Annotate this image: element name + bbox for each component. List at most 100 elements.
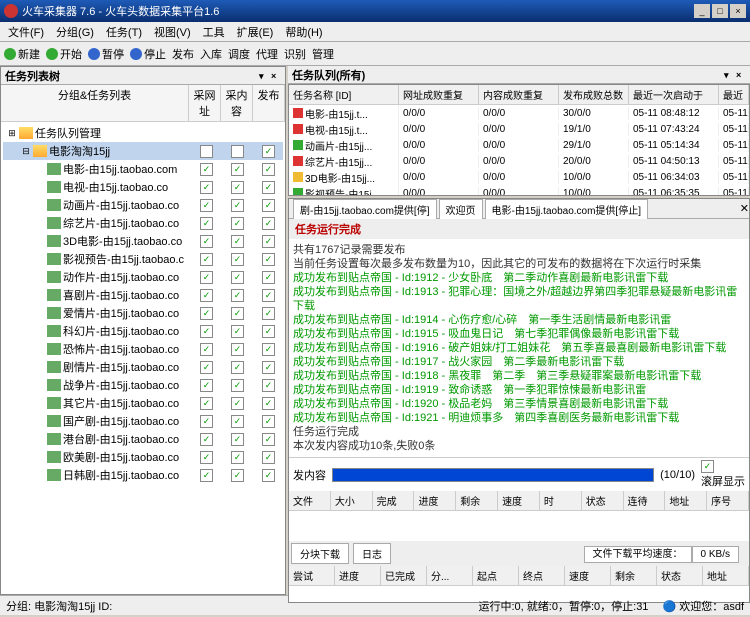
checkbox[interactable]: ✓ xyxy=(262,289,275,302)
checkbox[interactable]: ✓ xyxy=(200,397,213,410)
checkbox[interactable]: ✓ xyxy=(200,325,213,338)
checkbox[interactable]: ✓ xyxy=(262,271,275,284)
task-col[interactable]: 起点 xyxy=(473,566,519,585)
task-col[interactable]: 状态 xyxy=(657,566,703,585)
close-button[interactable]: × xyxy=(730,4,746,18)
checkbox[interactable]: ✓ xyxy=(231,433,244,446)
checkbox[interactable]: ✓ xyxy=(262,163,275,176)
tree-col-url[interactable]: 采网址 xyxy=(189,85,221,121)
grid-header[interactable]: 发布成败总数 xyxy=(559,85,629,104)
checkbox[interactable]: ✓ xyxy=(231,379,244,392)
file-col[interactable]: 剩余 xyxy=(456,491,498,510)
task-col[interactable]: 剩余 xyxy=(611,566,657,585)
checkbox[interactable]: ✓ xyxy=(200,199,213,212)
tree-row[interactable]: ⊟电影淘淘15jj✓ xyxy=(3,142,283,160)
file-col[interactable]: 速度 xyxy=(498,491,540,510)
checkbox[interactable]: ✓ xyxy=(262,379,275,392)
checkbox[interactable]: ✓ xyxy=(231,181,244,194)
toolbar-识别[interactable]: 识别 xyxy=(284,46,306,62)
grid-header[interactable]: 内容成败重复 xyxy=(479,85,559,104)
panel-menu-icon[interactable]: ▾ xyxy=(724,70,734,80)
checkbox[interactable]: ✓ xyxy=(200,217,213,230)
checkbox[interactable]: ✓ xyxy=(231,253,244,266)
task-col[interactable]: 尝试 xyxy=(289,566,335,585)
checkbox[interactable]: ✓ xyxy=(200,235,213,248)
toolbar-发布[interactable]: 发布 xyxy=(172,46,194,62)
tree-col-publish[interactable]: 发布 xyxy=(253,85,285,121)
detail-tab[interactable]: 欢迎页 xyxy=(439,199,483,219)
checkbox[interactable]: ✓ xyxy=(200,361,213,374)
toolbar-调度[interactable]: 调度 xyxy=(228,46,250,62)
tree-row[interactable]: 科幻片-由15jj.taobao.co✓✓✓ xyxy=(3,322,283,340)
tab-close-icon[interactable]: ✕ xyxy=(740,202,749,215)
tree-row[interactable]: 综艺片-由15jj.taobao.co✓✓✓ xyxy=(3,214,283,232)
file-col[interactable]: 状态 xyxy=(582,491,624,510)
checkbox[interactable]: ✓ xyxy=(262,469,275,482)
tree-row[interactable]: 其它片-由15jj.taobao.co✓✓✓ xyxy=(3,394,283,412)
task-col[interactable]: 已完成 xyxy=(381,566,427,585)
checkbox[interactable]: ✓ xyxy=(262,145,275,158)
grid-row[interactable]: 电视-由15jj.t...0/0/00/0/019/1/005-11 07:43… xyxy=(289,121,749,137)
toolbar-入库[interactable]: 入库 xyxy=(200,46,222,62)
grid-row[interactable]: 3D电影-由15jj...0/0/00/0/010/0/005-11 06:34… xyxy=(289,169,749,185)
file-col[interactable]: 文件 xyxy=(289,491,331,510)
checkbox[interactable]: ✓ xyxy=(231,199,244,212)
toolbar-开始[interactable]: 开始 xyxy=(46,46,82,62)
grid-header[interactable]: 最近一次启动于 xyxy=(629,85,719,104)
checkbox[interactable]: ✓ xyxy=(231,217,244,230)
checkbox[interactable]: ✓ xyxy=(231,343,244,356)
checkbox[interactable]: ✓ xyxy=(200,163,213,176)
checkbox[interactable]: ✓ xyxy=(200,415,213,428)
checkbox[interactable]: ✓ xyxy=(231,235,244,248)
checkbox[interactable] xyxy=(231,145,244,158)
file-col[interactable]: 连待 xyxy=(624,491,666,510)
grid-row[interactable]: 动画片-由15jj...0/0/00/0/029/1/005-11 05:14:… xyxy=(289,137,749,153)
checkbox[interactable]: ✓ xyxy=(262,199,275,212)
checkbox[interactable]: ✓ xyxy=(231,163,244,176)
toolbar-管理[interactable]: 管理 xyxy=(312,46,334,62)
task-col[interactable]: 终点 xyxy=(519,566,565,585)
checkbox[interactable]: ✓ xyxy=(262,253,275,266)
checkbox[interactable]: ✓ xyxy=(231,361,244,374)
checkbox[interactable]: ✓ xyxy=(262,307,275,320)
panel-menu-icon[interactable]: ▾ xyxy=(259,71,269,81)
checkbox[interactable]: ✓ xyxy=(262,217,275,230)
checkbox[interactable]: ✓ xyxy=(231,397,244,410)
checkbox[interactable]: ✓ xyxy=(200,433,213,446)
task-col[interactable]: 分... xyxy=(427,566,473,585)
grid-header[interactable]: 网址成败重复 xyxy=(399,85,479,104)
checkbox[interactable]: ✓ xyxy=(262,235,275,248)
tree-row[interactable]: 喜剧片-由15jj.taobao.co✓✓✓ xyxy=(3,286,283,304)
menu-item[interactable]: 视图(V) xyxy=(150,23,195,41)
panel-close-icon[interactable]: × xyxy=(736,70,746,80)
task-col[interactable]: 地址 xyxy=(703,566,749,585)
checkbox[interactable]: ✓ xyxy=(262,181,275,194)
checkbox[interactable]: ✓ xyxy=(231,469,244,482)
tree-row[interactable]: 欧美剧-由15jj.taobao.co✓✓✓ xyxy=(3,448,283,466)
checkbox[interactable]: ✓ xyxy=(231,451,244,464)
file-col[interactable]: 完成 xyxy=(373,491,415,510)
tree-row[interactable]: 战争片-由15jj.taobao.co✓✓✓ xyxy=(3,376,283,394)
menu-item[interactable]: 任务(T) xyxy=(102,23,146,41)
detail-tab[interactable]: 剧-由15jj.taobao.com提供[停] xyxy=(293,199,437,219)
tree-row[interactable]: 影视预告-由15jj.taobao.c✓✓✓ xyxy=(3,250,283,268)
panel-close-icon[interactable]: × xyxy=(271,71,281,81)
file-col[interactable]: 地址 xyxy=(665,491,707,510)
checkbox[interactable]: ✓ xyxy=(231,325,244,338)
tree-row[interactable]: 国产剧-由15jj.taobao.co✓✓✓ xyxy=(3,412,283,430)
checkbox[interactable]: ✓ xyxy=(200,469,213,482)
checkbox[interactable]: ✓ xyxy=(200,343,213,356)
menu-item[interactable]: 文件(F) xyxy=(4,23,48,41)
file-col[interactable]: 大小 xyxy=(331,491,373,510)
menu-item[interactable]: 帮助(H) xyxy=(281,23,326,41)
menu-item[interactable]: 分组(G) xyxy=(52,23,98,41)
tree-row[interactable]: 港台剧-由15jj.taobao.co✓✓✓ xyxy=(3,430,283,448)
tree-row[interactable]: 爱情片-由15jj.taobao.co✓✓✓ xyxy=(3,304,283,322)
tree-row[interactable]: ⊞任务队列管理 xyxy=(3,124,283,142)
tree-row[interactable]: 动画片-由15jj.taobao.co✓✓✓ xyxy=(3,196,283,214)
task-col[interactable]: 速度 xyxy=(565,566,611,585)
tree-row[interactable]: 3D电影-由15jj.taobao.co✓✓✓ xyxy=(3,232,283,250)
maximize-button[interactable]: □ xyxy=(712,4,728,18)
menu-item[interactable]: 工具 xyxy=(199,23,229,41)
queue-grid[interactable]: 任务名称 [ID]网址成败重复内容成败重复发布成败总数最近一次启动于最近 电影-… xyxy=(288,84,750,196)
